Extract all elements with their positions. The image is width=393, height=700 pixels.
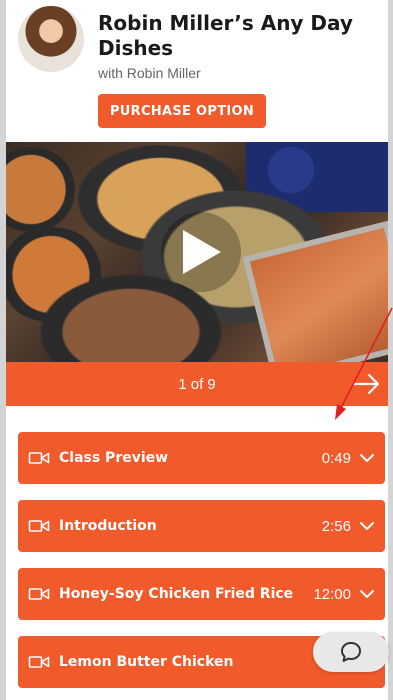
video-pager: 1 of 9 (6, 362, 388, 406)
lesson-title: Honey-Soy Chicken Fried Rice (59, 586, 294, 602)
video-camera-icon (28, 520, 50, 532)
lesson-duration: 12:00 (313, 585, 351, 603)
lesson-title: Class Preview (59, 450, 169, 466)
video-camera-icon (28, 452, 50, 464)
video-thumbnail-pan (6, 147, 76, 232)
chevron-down-icon[interactable] (359, 451, 375, 465)
course-subtitle: with Robin Miller (98, 65, 201, 81)
lesson-title: Lemon Butter Chicken (59, 654, 234, 670)
course-title: Robin Miller’s Any Day Dishes (98, 11, 353, 60)
right-edge (388, 0, 393, 700)
chat-bubble-icon (341, 642, 361, 662)
video-player[interactable] (6, 142, 388, 362)
chevron-down-icon[interactable] (359, 587, 375, 601)
video-camera-icon (28, 656, 50, 668)
lesson-item-class-preview[interactable]: Class Preview 0:49 (18, 432, 385, 484)
video-camera-icon (28, 588, 50, 600)
lesson-duration: 2:56 (321, 517, 351, 535)
lesson-title: Introduction (59, 518, 157, 534)
instructor-avatar (18, 6, 84, 72)
chat-button[interactable] (313, 632, 389, 672)
chevron-down-icon[interactable] (359, 519, 375, 533)
purchase-option-button[interactable]: PURCHASE OPTION (98, 94, 266, 128)
play-icon (183, 230, 221, 274)
play-button[interactable] (161, 212, 241, 292)
lesson-duration: 0:49 (321, 449, 351, 467)
arrow-right-icon[interactable] (352, 370, 382, 398)
lesson-item-introduction[interactable]: Introduction 2:56 (18, 500, 385, 552)
course-header: Robin Miller’s Any Day Dishes with Robin… (18, 6, 388, 136)
lesson-item-honey-soy-chicken-fried-rice[interactable]: Honey-Soy Chicken Fried Rice 12:00 (18, 568, 385, 620)
pager-label: 1 of 9 (178, 375, 216, 393)
